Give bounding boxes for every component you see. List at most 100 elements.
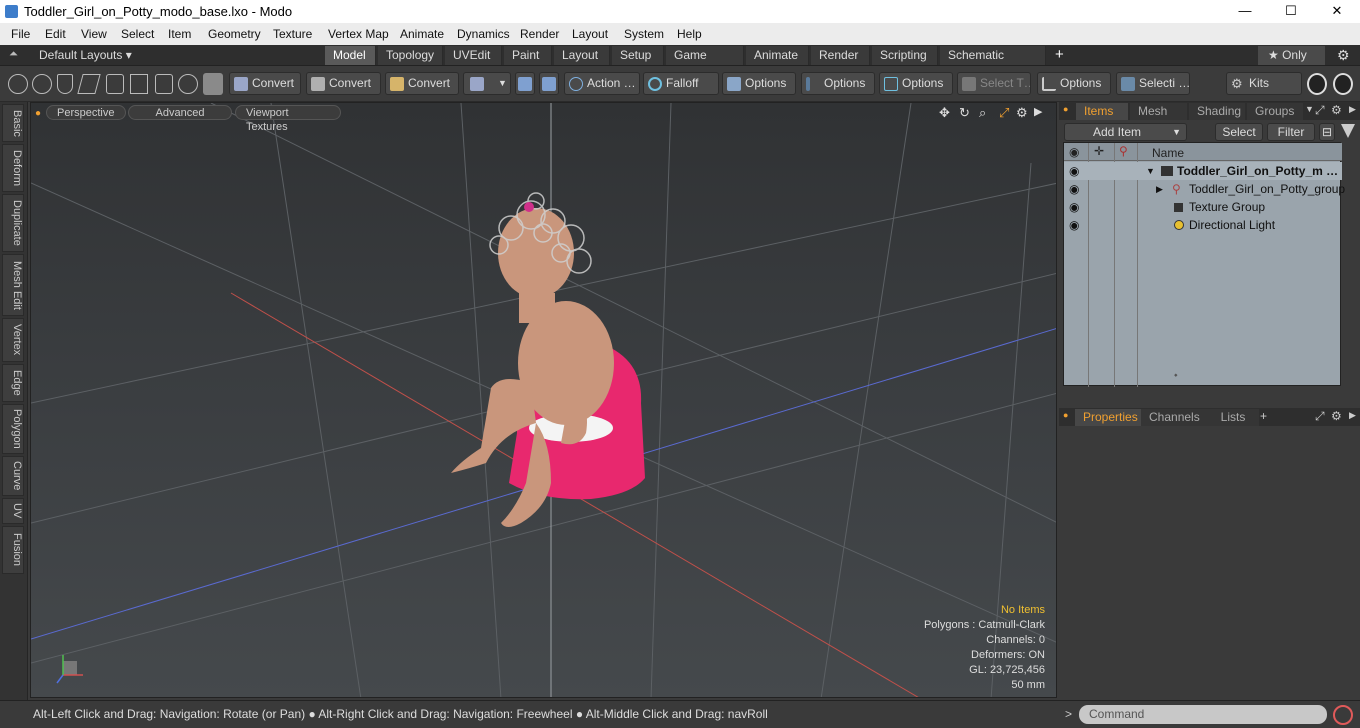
- visibility-column-icon[interactable]: ◉: [1069, 145, 1079, 159]
- tab-edge[interactable]: Edge: [2, 364, 24, 402]
- tab-animate[interactable]: Animate: [746, 46, 809, 65]
- symmetry-icon-button[interactable]: [515, 72, 535, 95]
- options-button-1[interactable]: Options: [722, 72, 796, 95]
- properties-panel-menu-dot[interactable]: ●: [1063, 410, 1068, 420]
- vertex-select-icon[interactable]: [8, 74, 28, 94]
- tab-groups[interactable]: Groups: [1247, 103, 1303, 120]
- expand-arrow-icon[interactable]: ▶: [1156, 180, 1163, 198]
- lock-column-icon[interactable]: ✛: [1094, 144, 1104, 158]
- menu-layout[interactable]: Layout: [572, 27, 608, 41]
- 3d-viewport[interactable]: ● Perspective Advanced Viewport Textures…: [30, 102, 1057, 698]
- menu-geometry[interactable]: Geometry: [208, 27, 261, 41]
- panel-gear-icon[interactable]: ⚙: [1331, 103, 1342, 117]
- pen-icon[interactable]: [57, 74, 73, 94]
- convert-button-2[interactable]: Convert: [306, 72, 381, 95]
- minimize-button[interactable]: —: [1222, 0, 1268, 23]
- properties-more-icon[interactable]: ▶: [1349, 410, 1356, 421]
- snapping-icon-button[interactable]: [539, 72, 559, 95]
- items-panel-menu-dot[interactable]: ●: [1063, 104, 1068, 114]
- tab-curve[interactable]: Curve: [2, 456, 24, 496]
- menu-texture[interactable]: Texture: [273, 27, 312, 41]
- expand-arrow-icon[interactable]: ▼: [1146, 162, 1155, 180]
- options-button-2[interactable]: Options: [801, 72, 875, 95]
- tab-items[interactable]: Items: [1076, 103, 1128, 120]
- eye-icon[interactable]: ◉: [1069, 216, 1079, 234]
- tab-scripting[interactable]: Scripting: [872, 46, 938, 65]
- add-item-button[interactable]: Add Item ▼: [1064, 123, 1187, 141]
- tab-mesh-edit[interactable]: Mesh Edit: [2, 254, 24, 316]
- tab-layout[interactable]: Layout: [554, 46, 610, 65]
- convert-button-3[interactable]: Convert: [385, 72, 459, 95]
- tab-fusion[interactable]: Fusion: [2, 526, 24, 574]
- menu-animate[interactable]: Animate: [400, 27, 444, 41]
- viewport-textures-button[interactable]: Viewport Textures: [235, 105, 341, 133]
- tab-schematic-fusion[interactable]: Schematic Fusion: [940, 46, 1046, 81]
- item-row-directional-light[interactable]: ◉ Directional Light: [1064, 216, 1342, 234]
- pan-icon[interactable]: ✥: [939, 105, 950, 121]
- tab-basic[interactable]: Basic: [2, 104, 24, 142]
- add-panel-tab-button[interactable]: +: [1260, 409, 1267, 423]
- unity-icon[interactable]: [1307, 73, 1327, 95]
- tab-topology[interactable]: Topology: [378, 46, 443, 65]
- menu-vertex-map[interactable]: Vertex Map: [328, 27, 389, 41]
- rotate-icon[interactable]: ↻: [959, 105, 970, 121]
- panel-more-icon[interactable]: ▶: [1349, 104, 1356, 115]
- close-button[interactable]: ✕: [1314, 0, 1360, 23]
- tab-mesh[interactable]: Mesh …: [1130, 103, 1187, 135]
- only-toggle[interactable]: ★ Only: [1258, 46, 1325, 65]
- name-column-header[interactable]: Name: [1152, 146, 1184, 160]
- viewport-menu-dot[interactable]: ●: [35, 108, 41, 119]
- selection-sets-button[interactable]: Selecti …: [1116, 72, 1190, 95]
- edge-select-icon[interactable]: [106, 74, 124, 94]
- items-list[interactable]: ◉ ✛ ⚲ Name ◉ ▼ Toddler_Girl_on_Potty_m ……: [1063, 142, 1345, 387]
- tab-setup[interactable]: Setup: [612, 46, 664, 65]
- eye-icon[interactable]: ◉: [1069, 162, 1079, 180]
- viewport-gear-icon[interactable]: ⚙: [1016, 105, 1028, 121]
- menu-edit[interactable]: Edit: [45, 27, 66, 41]
- material-select-icon[interactable]: [178, 74, 198, 94]
- menu-system[interactable]: System: [624, 27, 664, 41]
- menu-view[interactable]: View: [81, 27, 107, 41]
- advanced-shading-button[interactable]: Advanced: [128, 105, 232, 120]
- tab-deform[interactable]: Deform: [2, 144, 24, 192]
- unreal-icon[interactable]: [1333, 73, 1353, 95]
- tab-shading[interactable]: Shading: [1189, 103, 1245, 120]
- panel-dropdown-icon[interactable]: ▼: [1305, 104, 1314, 114]
- resize-handle-icon[interactable]: ⬩: [1174, 370, 1178, 381]
- convert-button-1[interactable]: Convert: [229, 72, 301, 95]
- viewport-more-icon[interactable]: ▶: [1034, 105, 1042, 118]
- falloff-button[interactable]: Falloff: [643, 72, 719, 95]
- funnel-icon[interactable]: [1341, 124, 1355, 138]
- maximize-button[interactable]: ☐: [1268, 0, 1314, 23]
- default-layouts-dropdown[interactable]: Default Layouts ▾: [39, 48, 132, 62]
- menu-help[interactable]: Help: [677, 27, 702, 41]
- item-row-scene[interactable]: ◉ ▼ Toddler_Girl_on_Potty_m …: [1064, 162, 1342, 180]
- filter-button[interactable]: Filter: [1267, 123, 1315, 141]
- menu-select[interactable]: Select: [121, 27, 154, 41]
- tab-vertex[interactable]: Vertex: [2, 318, 24, 362]
- item-row-texture-group[interactable]: ◉ Texture Group: [1064, 198, 1342, 216]
- tab-polygon[interactable]: Polygon: [2, 404, 24, 454]
- zoom-icon[interactable]: ⌕: [979, 105, 986, 121]
- maximize-viewport-icon[interactable]: ⤢: [999, 105, 1009, 121]
- tab-lists[interactable]: Lists: [1207, 409, 1259, 426]
- eye-icon[interactable]: ◉: [1069, 180, 1079, 198]
- action-center-button[interactable]: Action …: [564, 72, 640, 95]
- cube-icon[interactable]: [203, 73, 223, 95]
- menu-file[interactable]: File: [11, 27, 30, 41]
- tab-model[interactable]: Model: [325, 46, 376, 65]
- options-button-3[interactable]: Options: [879, 72, 953, 95]
- brush-icon[interactable]: [77, 74, 101, 94]
- item-row-group[interactable]: ◉ ▶ ⚲ Toddler_Girl_on_Potty_group: [1064, 180, 1345, 198]
- type-column-icon[interactable]: ⚲: [1119, 144, 1128, 158]
- command-input[interactable]: Command: [1079, 705, 1327, 724]
- mesh-dropdown-button[interactable]: ▼: [463, 72, 511, 95]
- properties-maximize-icon[interactable]: ⤢: [1315, 409, 1325, 424]
- collapse-icon[interactable]: ⊟: [1319, 123, 1335, 141]
- add-tab-button[interactable]: +: [1055, 46, 1064, 63]
- gear-icon[interactable]: ⚙: [1337, 47, 1350, 64]
- kits-button[interactable]: ⚙ Kits: [1226, 72, 1302, 95]
- item-select-icon[interactable]: [155, 74, 173, 94]
- eye-icon[interactable]: ◉: [1069, 198, 1079, 216]
- tab-uvedit[interactable]: UVEdit: [445, 46, 502, 65]
